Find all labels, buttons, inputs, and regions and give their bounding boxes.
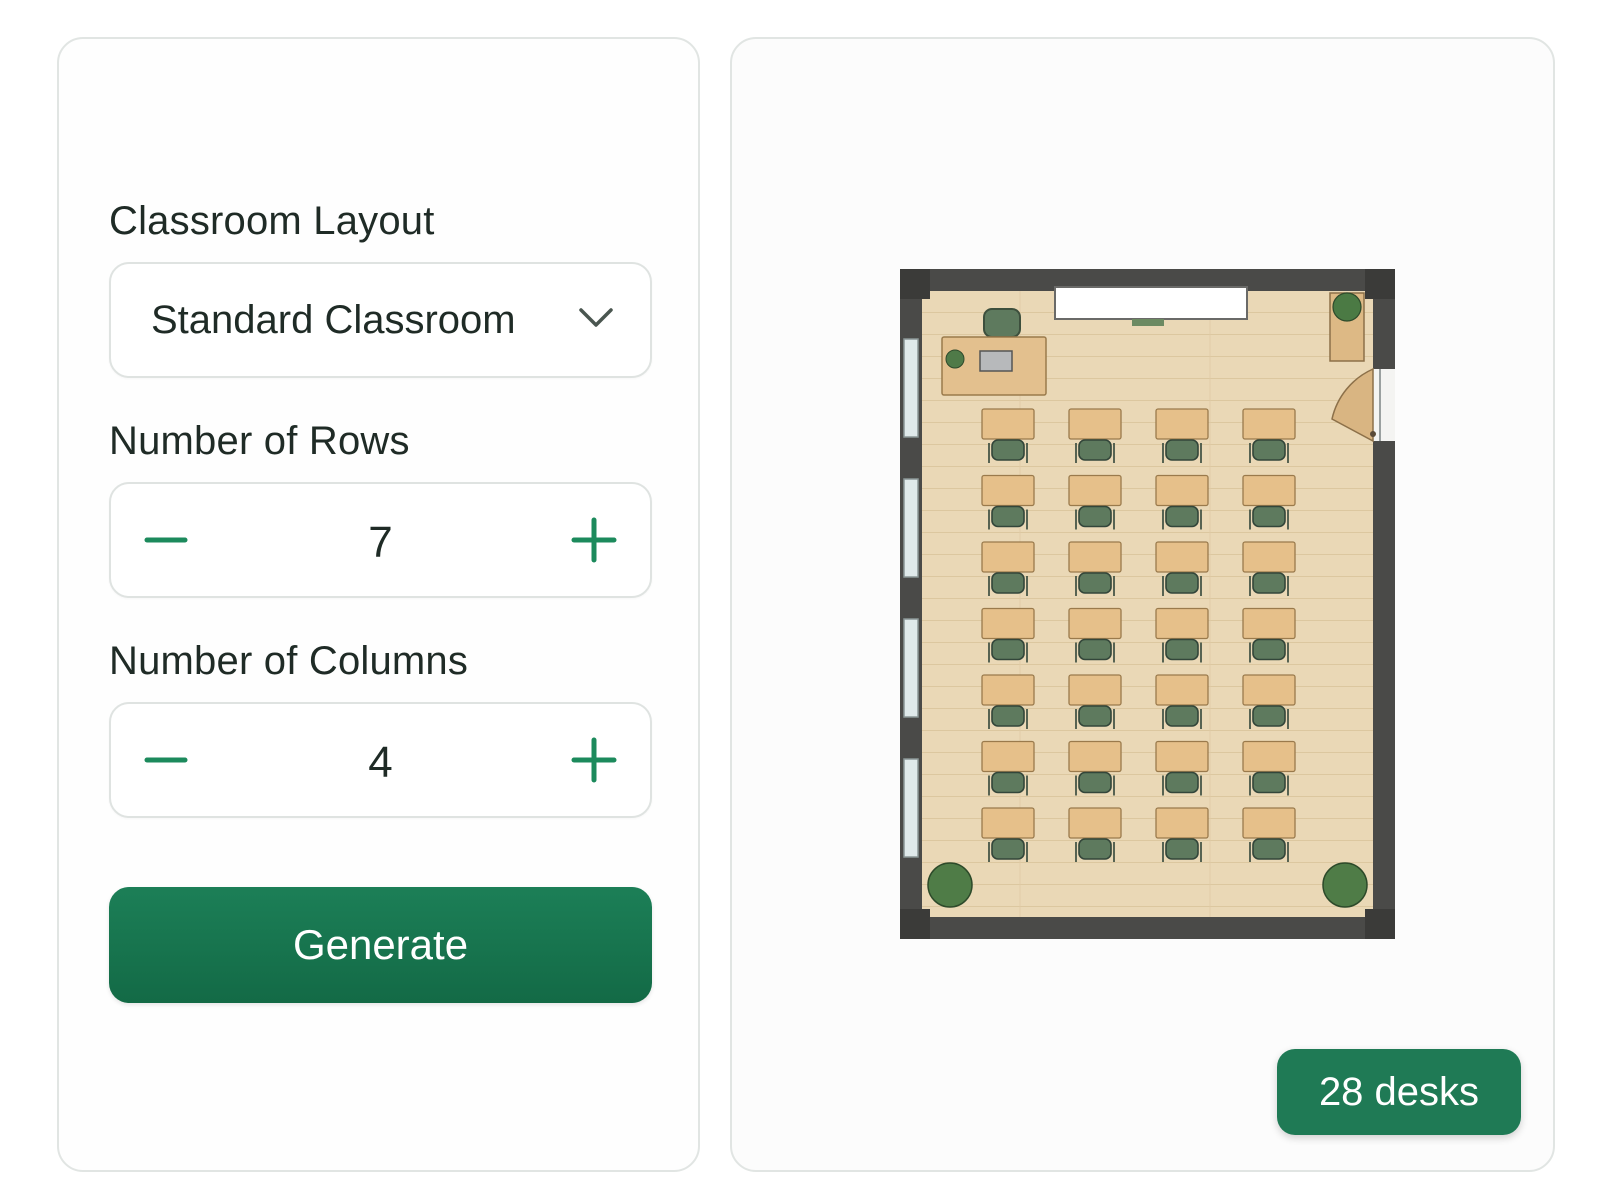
layout-select-value: Standard Classroom	[151, 298, 516, 342]
rows-label: Number of Rows	[109, 419, 410, 463]
preview-panel: 28 desks	[730, 37, 1555, 1172]
columns-label: Number of Columns	[109, 639, 469, 683]
plant-icon	[1322, 862, 1368, 908]
columns-stepper: 4	[109, 702, 652, 818]
settings-panel: Classroom Layout Standard Classroom Numb…	[57, 37, 700, 1172]
generate-button[interactable]: Generate	[109, 887, 652, 1003]
rows-increment-button[interactable]	[564, 512, 620, 568]
columns-increment-button[interactable]	[564, 732, 620, 788]
corner-cabinet	[1329, 292, 1365, 362]
rows-stepper: 7	[109, 482, 652, 598]
desk-count-badge: 28 desks	[1277, 1049, 1521, 1135]
classroom-floor-plan	[900, 269, 1395, 939]
chevron-down-icon	[579, 308, 613, 327]
layout-select[interactable]: Standard Classroom	[109, 262, 652, 378]
laptop-icon	[979, 350, 1013, 372]
layout-label: Classroom Layout	[109, 199, 435, 243]
plant-icon	[927, 862, 973, 908]
plant-icon	[945, 349, 965, 369]
plant-icon	[1332, 292, 1362, 322]
